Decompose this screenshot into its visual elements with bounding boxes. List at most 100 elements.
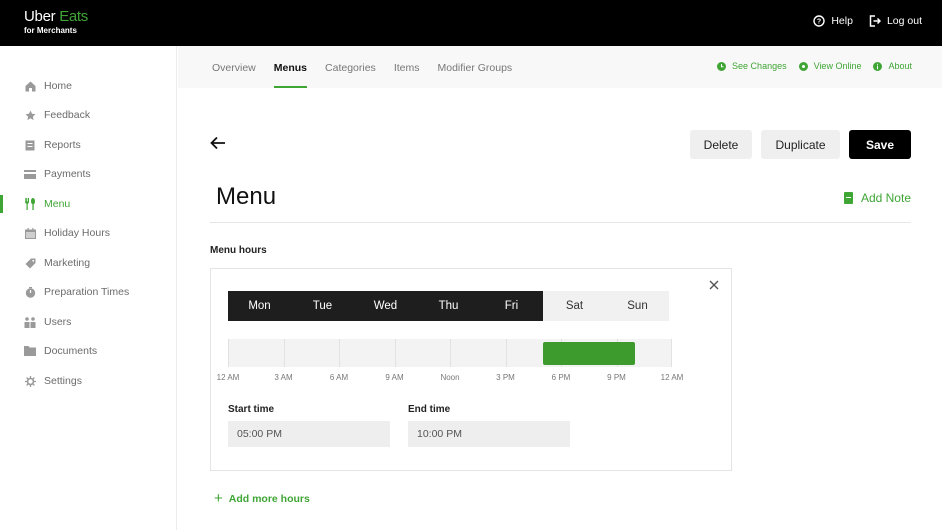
logo-sub: for Merchants [24, 26, 77, 35]
sidebar-item-reports[interactable]: Reports [0, 134, 177, 156]
timeline-tick-label: 6 PM [551, 373, 571, 382]
sidebar: Home Feedback Reports Payments Menu Holi… [0, 46, 177, 530]
help-button[interactable]: ? Help [813, 15, 853, 27]
sub-navigation: Overview Menus Categories Items Modifier… [178, 46, 942, 88]
report-icon [24, 139, 36, 151]
start-time-input[interactable] [228, 421, 390, 447]
timeline-tick-label: Noon [440, 373, 460, 382]
about-label: About [888, 61, 912, 71]
tab-modifier-groups[interactable]: Modifier Groups [437, 46, 512, 88]
sidebar-item-label: Preparation Times [44, 286, 130, 298]
add-more-hours-label: Add more hours [228, 492, 310, 505]
sidebar-item-label: Feedback [44, 109, 91, 121]
logo-primary: Uber [24, 8, 56, 25]
sidebar-item-label: Reports [44, 139, 81, 151]
sidebar-item-payments[interactable]: Payments [0, 163, 177, 185]
add-note-button[interactable]: Add Note [843, 191, 911, 205]
sidebar-item-label: Holiday Hours [44, 227, 110, 239]
note-icon [843, 192, 853, 204]
tab-menus[interactable]: Menus [273, 46, 308, 88]
menu-hours-card: Mon Tue Wed Thu Fri Sat Sun 12 AM 3 AM 6 AM 9 AM N… [210, 268, 732, 471]
sidebar-item-label: Marketing [44, 257, 91, 269]
eye-icon [798, 61, 808, 71]
sidebar-item-holiday-hours[interactable]: Holiday Hours [0, 222, 177, 244]
timeline-tick-label: 9 AM [385, 373, 404, 382]
clock-icon [717, 61, 727, 71]
sidebar-item-label: Payments [44, 168, 91, 180]
tab-categories[interactable]: Categories [325, 46, 376, 88]
timeline-gridline [284, 339, 285, 367]
timeline-gridline [450, 339, 451, 367]
users-icon [24, 316, 36, 328]
sidebar-item-marketing[interactable]: Marketing [0, 252, 177, 274]
logout-button[interactable]: Log out [869, 15, 922, 27]
info-icon [873, 61, 883, 71]
save-button[interactable]: Save [849, 130, 911, 159]
day-toggle-wed[interactable]: Wed [354, 291, 417, 321]
utensils-icon [24, 198, 36, 210]
view-online-label: View Online [813, 61, 862, 71]
sidebar-item-label: Users [44, 316, 72, 328]
uber-eats-logo[interactable]: Uber Eats for Merchants [24, 9, 88, 36]
see-changes-label: See Changes [732, 61, 787, 71]
timer-icon [24, 286, 36, 298]
close-icon[interactable] [709, 277, 719, 293]
timeline-gridline [671, 339, 672, 367]
timeline-gridline [339, 339, 340, 367]
sidebar-item-documents[interactable]: Documents [0, 340, 177, 362]
see-changes-link[interactable]: See Changes [717, 61, 787, 71]
day-selector: Mon Tue Wed Thu Fri Sat Sun [228, 291, 669, 321]
home-icon [24, 80, 36, 92]
day-toggle-thu[interactable]: Thu [417, 291, 480, 321]
sidebar-item-settings[interactable]: Settings [0, 370, 177, 392]
about-link[interactable]: About [873, 61, 912, 71]
tag-icon [24, 257, 36, 269]
plus-icon: + [214, 490, 223, 507]
timeline-tick-label: 3 PM [496, 373, 515, 382]
timeline-gridline [228, 339, 229, 367]
help-icon: ? [813, 15, 826, 27]
add-more-hours-button[interactable]: + Add more hours [214, 490, 310, 507]
day-toggle-tue[interactable]: Tue [291, 291, 354, 321]
start-time-label: Start time [228, 404, 275, 415]
calendar-icon [24, 227, 36, 239]
back-arrow-button[interactable] [210, 134, 226, 155]
day-toggle-mon[interactable]: Mon [228, 291, 291, 321]
sidebar-item-menu[interactable]: Menu [0, 193, 177, 215]
sidebar-item-home[interactable]: Home [0, 75, 177, 97]
sidebar-item-preparation-times[interactable]: Preparation Times [0, 281, 177, 303]
gear-icon [24, 375, 36, 387]
day-toggle-sat[interactable]: Sat [543, 291, 606, 321]
timeline-tick-label: 9 PM [607, 373, 626, 382]
tab-overview[interactable]: Overview [212, 46, 256, 88]
tab-items[interactable]: Items [394, 46, 420, 88]
sidebar-item-users[interactable]: Users [0, 311, 177, 333]
end-time-input[interactable] [408, 421, 570, 447]
page-title: Menu [216, 183, 277, 210]
end-time-label: End time [408, 404, 451, 415]
title-divider [210, 222, 911, 223]
day-toggle-sun[interactable]: Sun [606, 291, 669, 321]
delete-button[interactable]: Delete [690, 130, 752, 159]
top-bar: Uber Eats for Merchants ? Help Log out [0, 0, 942, 46]
menu-hours-label: Menu hours [210, 245, 267, 256]
logout-label: Log out [886, 15, 922, 27]
sidebar-item-label: Settings [44, 375, 82, 387]
sidebar-item-feedback[interactable]: Feedback [0, 104, 177, 126]
svg-text:?: ? [817, 19, 821, 26]
help-label: Help [831, 15, 853, 27]
view-online-link[interactable]: View Online [798, 61, 862, 71]
hours-timeline[interactable] [228, 339, 672, 367]
sidebar-item-label: Menu [44, 198, 71, 210]
duplicate-button[interactable]: Duplicate [761, 130, 840, 159]
sidebar-item-label: Documents [44, 345, 98, 357]
logo-accent: Eats [59, 8, 89, 25]
logout-icon [869, 15, 881, 27]
timeline-tick-label: 12 AM [216, 373, 240, 382]
selected-hours-range[interactable] [542, 342, 635, 365]
star-icon [24, 109, 36, 121]
day-toggle-fri[interactable]: Fri [480, 291, 543, 321]
timeline-tick-label: 6 AM [329, 373, 349, 382]
card-icon [24, 168, 36, 180]
timeline-gridline [506, 339, 507, 367]
